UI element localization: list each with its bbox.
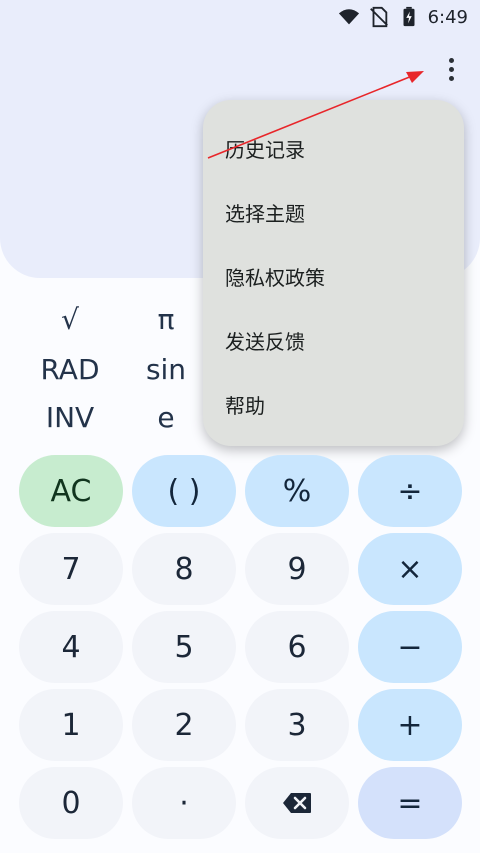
digit-1-button[interactable]: 1 (19, 689, 123, 761)
status-time: 6:49 (427, 6, 468, 28)
plus-button[interactable]: + (358, 689, 462, 761)
divide-button[interactable]: ÷ (358, 455, 462, 527)
backspace-icon (283, 793, 311, 813)
digit-5-button[interactable]: 5 (132, 611, 236, 683)
menu-item-send-feedback[interactable]: 发送反馈 (203, 308, 464, 372)
more-vert-icon[interactable] (436, 54, 466, 84)
sqrt-key[interactable]: √ (20, 295, 120, 343)
decimal-point-button[interactable]: · (132, 767, 236, 839)
equals-button[interactable]: = (358, 767, 462, 839)
pi-key[interactable]: π (116, 295, 216, 343)
digit-8-button[interactable]: 8 (132, 533, 236, 605)
percent-button[interactable]: % (245, 455, 349, 527)
menu-item-history[interactable]: 历史记录 (203, 116, 464, 180)
rad-key[interactable]: RAD (20, 345, 120, 393)
digit-2-button[interactable]: 2 (132, 689, 236, 761)
parentheses-button[interactable]: ( ) (132, 455, 236, 527)
menu-item-privacy-policy[interactable]: 隐私权政策 (203, 244, 464, 308)
backspace-button[interactable] (245, 767, 349, 839)
minus-button[interactable]: − (358, 611, 462, 683)
digit-4-button[interactable]: 4 (19, 611, 123, 683)
digit-0-button[interactable]: 0 (19, 767, 123, 839)
digit-7-button[interactable]: 7 (19, 533, 123, 605)
status-bar: 6:49 (0, 0, 480, 34)
sin-key[interactable]: sin (116, 345, 216, 393)
e-key[interactable]: e (116, 393, 216, 441)
digit-9-button[interactable]: 9 (245, 533, 349, 605)
clear-button[interactable]: AC (19, 455, 123, 527)
wifi-icon (338, 9, 359, 25)
menu-item-choose-theme[interactable]: 选择主题 (203, 180, 464, 244)
inv-key[interactable]: INV (20, 393, 120, 441)
no-sim-icon (369, 6, 388, 28)
digit-6-button[interactable]: 6 (245, 611, 349, 683)
overflow-menu: 历史记录 选择主题 隐私权政策 发送反馈 帮助 (203, 100, 464, 446)
digit-3-button[interactable]: 3 (245, 689, 349, 761)
multiply-button[interactable]: × (358, 533, 462, 605)
battery-charging-icon (403, 6, 415, 27)
menu-item-help[interactable]: 帮助 (203, 372, 464, 436)
